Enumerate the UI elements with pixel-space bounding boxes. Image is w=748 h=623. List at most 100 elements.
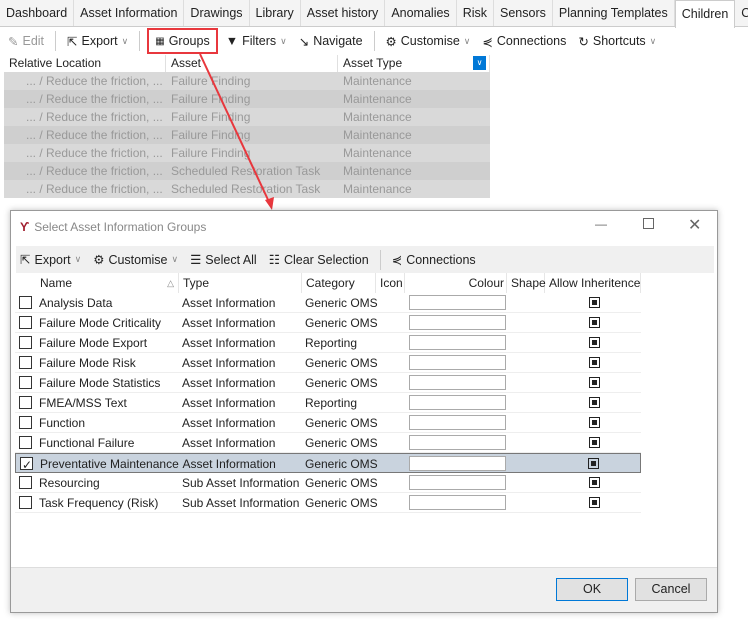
group-type: Sub Asset Information [182, 496, 300, 510]
row-checkbox[interactable] [19, 396, 32, 409]
check-icon: ✓ [22, 458, 33, 472]
colour-swatch[interactable] [408, 456, 506, 471]
group-icon-cell [376, 333, 405, 352]
colour-swatch[interactable] [409, 415, 506, 430]
column-header-icon[interactable]: Icon [376, 273, 405, 293]
list-item[interactable]: Failure Mode Export Asset Information Re… [15, 333, 641, 353]
group-category: Generic OMS [305, 296, 378, 310]
group-category: Generic OMS [305, 376, 378, 390]
group-icon-cell [376, 353, 405, 372]
app-logo-icon: ϒ [20, 220, 30, 234]
allow-inheritence-checkbox[interactable] [589, 397, 600, 408]
row-checkbox[interactable] [19, 436, 32, 449]
group-category: Generic OMS [305, 436, 378, 450]
row-checkbox[interactable] [19, 316, 32, 329]
group-category: Reporting [305, 336, 358, 350]
clear-selection-button[interactable]: ☷ Clear Selection [265, 252, 373, 268]
group-name: FMEA/MSS Text [39, 396, 127, 410]
group-shape-cell [507, 393, 545, 412]
list-item[interactable]: Failure Mode Criticality Asset Informati… [15, 313, 641, 333]
group-icon-cell [376, 373, 405, 392]
group-icon-cell [376, 454, 405, 472]
group-type: Sub Asset Information [182, 476, 300, 490]
group-name: Analysis Data [39, 296, 113, 310]
group-category: Generic OMS [305, 316, 378, 330]
allow-inheritence-checkbox[interactable] [589, 357, 600, 368]
allow-inheritence-checkbox[interactable] [589, 297, 600, 308]
list-item[interactable]: Functional Failure Asset Information Gen… [15, 433, 641, 453]
column-header-shape[interactable]: Shape [507, 273, 546, 293]
group-icon-cell [376, 293, 405, 312]
group-category: Generic OMS [305, 476, 378, 490]
allow-inheritence-checkbox[interactable] [589, 477, 600, 488]
group-category: Reporting [305, 396, 358, 410]
close-icon[interactable]: ✕ [688, 215, 701, 235]
colour-swatch[interactable] [409, 475, 506, 490]
column-header-allow-inheritence[interactable]: Allow Inheritence [545, 273, 641, 293]
row-checkbox[interactable] [19, 356, 32, 369]
row-checkbox[interactable] [19, 476, 32, 489]
column-header-name[interactable]: Name △ [36, 273, 179, 293]
group-name: Failure Mode Criticality [39, 316, 162, 330]
list-item[interactable]: Function Asset Information Generic OMS [15, 413, 641, 433]
row-checkbox[interactable] [19, 376, 32, 389]
colour-swatch[interactable] [409, 335, 506, 350]
ok-button[interactable]: OK [556, 578, 628, 601]
list-item[interactable]: Task Frequency (Risk) Sub Asset Informat… [15, 493, 641, 513]
colour-swatch[interactable] [409, 435, 506, 450]
list-item[interactable]: Failure Mode Statistics Asset Informatio… [15, 373, 641, 393]
group-name: Resourcing [39, 476, 100, 490]
colour-swatch[interactable] [409, 355, 506, 370]
group-name: Function [39, 416, 86, 430]
row-checkbox[interactable] [19, 336, 32, 349]
cancel-button[interactable]: Cancel [635, 578, 707, 601]
group-type: Asset Information [182, 396, 276, 410]
minimize-icon[interactable]: — [595, 217, 607, 231]
colour-swatch[interactable] [409, 315, 506, 330]
group-shape-cell [507, 313, 545, 332]
group-name: Failure Mode Statistics [39, 376, 161, 390]
colour-swatch[interactable] [409, 295, 506, 310]
clear-list-icon: ☷ [268, 253, 280, 267]
list-item[interactable]: ✓ Preventative Maintenance Asset Informa… [15, 453, 641, 473]
allow-inheritence-checkbox[interactable] [588, 458, 600, 469]
group-icon-cell [376, 413, 405, 432]
list-item[interactable]: Analysis Data Asset Information Generic … [15, 293, 641, 313]
customise-button[interactable]: ⚙ Customise ∨ [89, 252, 182, 268]
allow-inheritence-checkbox[interactable] [589, 337, 600, 348]
list-item[interactable]: Failure Mode Risk Asset Information Gene… [15, 353, 641, 373]
connections-button[interactable]: ⋞ Connections [388, 252, 480, 268]
group-type: Asset Information [182, 336, 276, 350]
colour-swatch[interactable] [409, 375, 506, 390]
maximize-icon[interactable] [643, 218, 654, 229]
colour-swatch[interactable] [409, 495, 506, 510]
group-category: Generic OMS [305, 496, 378, 510]
column-header-category[interactable]: Category [302, 273, 376, 293]
group-shape-cell [507, 293, 545, 312]
allow-inheritence-checkbox[interactable] [589, 417, 600, 428]
column-header-type[interactable]: Type [179, 273, 302, 293]
group-shape-cell [507, 454, 545, 472]
select-all-button[interactable]: ☰ Select All [186, 252, 261, 268]
allow-inheritence-checkbox[interactable] [589, 437, 600, 448]
allow-inheritence-checkbox[interactable] [589, 377, 600, 388]
group-type: Asset Information [182, 436, 276, 450]
group-category: Generic OMS [305, 416, 378, 430]
group-shape-cell [507, 433, 545, 452]
group-type: Asset Information [182, 356, 276, 370]
select-groups-dialog: ϒ Select Asset Information Groups — ✕ ⇱ E… [10, 210, 718, 613]
list-item[interactable]: FMEA/MSS Text Asset Information Reportin… [15, 393, 641, 413]
list-item[interactable]: Resourcing Sub Asset Information Generic… [15, 473, 641, 493]
dialog-title-bar: ϒ Select Asset Information Groups — ✕ [20, 215, 702, 235]
dialog-footer: OK Cancel [11, 567, 717, 612]
column-header-colour[interactable]: Colour [405, 273, 507, 293]
group-type: Asset Information [182, 296, 276, 310]
row-checkbox[interactable]: ✓ [20, 457, 33, 472]
colour-swatch[interactable] [409, 395, 506, 410]
row-checkbox[interactable] [19, 496, 32, 509]
row-checkbox[interactable] [19, 416, 32, 429]
row-checkbox[interactable] [19, 296, 32, 309]
allow-inheritence-checkbox[interactable] [589, 317, 600, 328]
allow-inheritence-checkbox[interactable] [589, 497, 600, 508]
export-button[interactable]: ⇱ Export ∨ [16, 252, 85, 268]
